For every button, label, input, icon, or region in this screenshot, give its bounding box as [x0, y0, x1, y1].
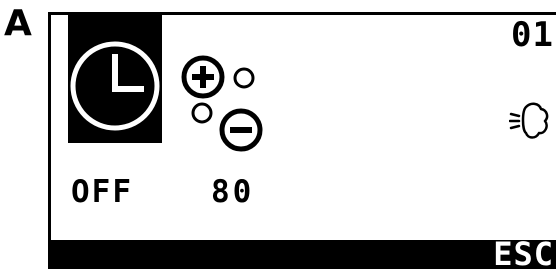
clock-icon — [70, 41, 160, 131]
lcd-display: 01 OFF 80 ESC — [48, 12, 556, 270]
channel-number: 01 — [511, 15, 554, 55]
plus-minus-icon[interactable] — [181, 55, 273, 155]
softkey-bar: ESC — [51, 238, 556, 270]
timer-tile[interactable] — [68, 15, 162, 143]
panel-label: A — [4, 3, 32, 44]
esc-softkey[interactable]: ESC — [493, 238, 554, 270]
timer-state-value: OFF — [71, 174, 133, 210]
fan-icon — [509, 102, 549, 139]
setpoint-value: 80 — [211, 174, 255, 210]
